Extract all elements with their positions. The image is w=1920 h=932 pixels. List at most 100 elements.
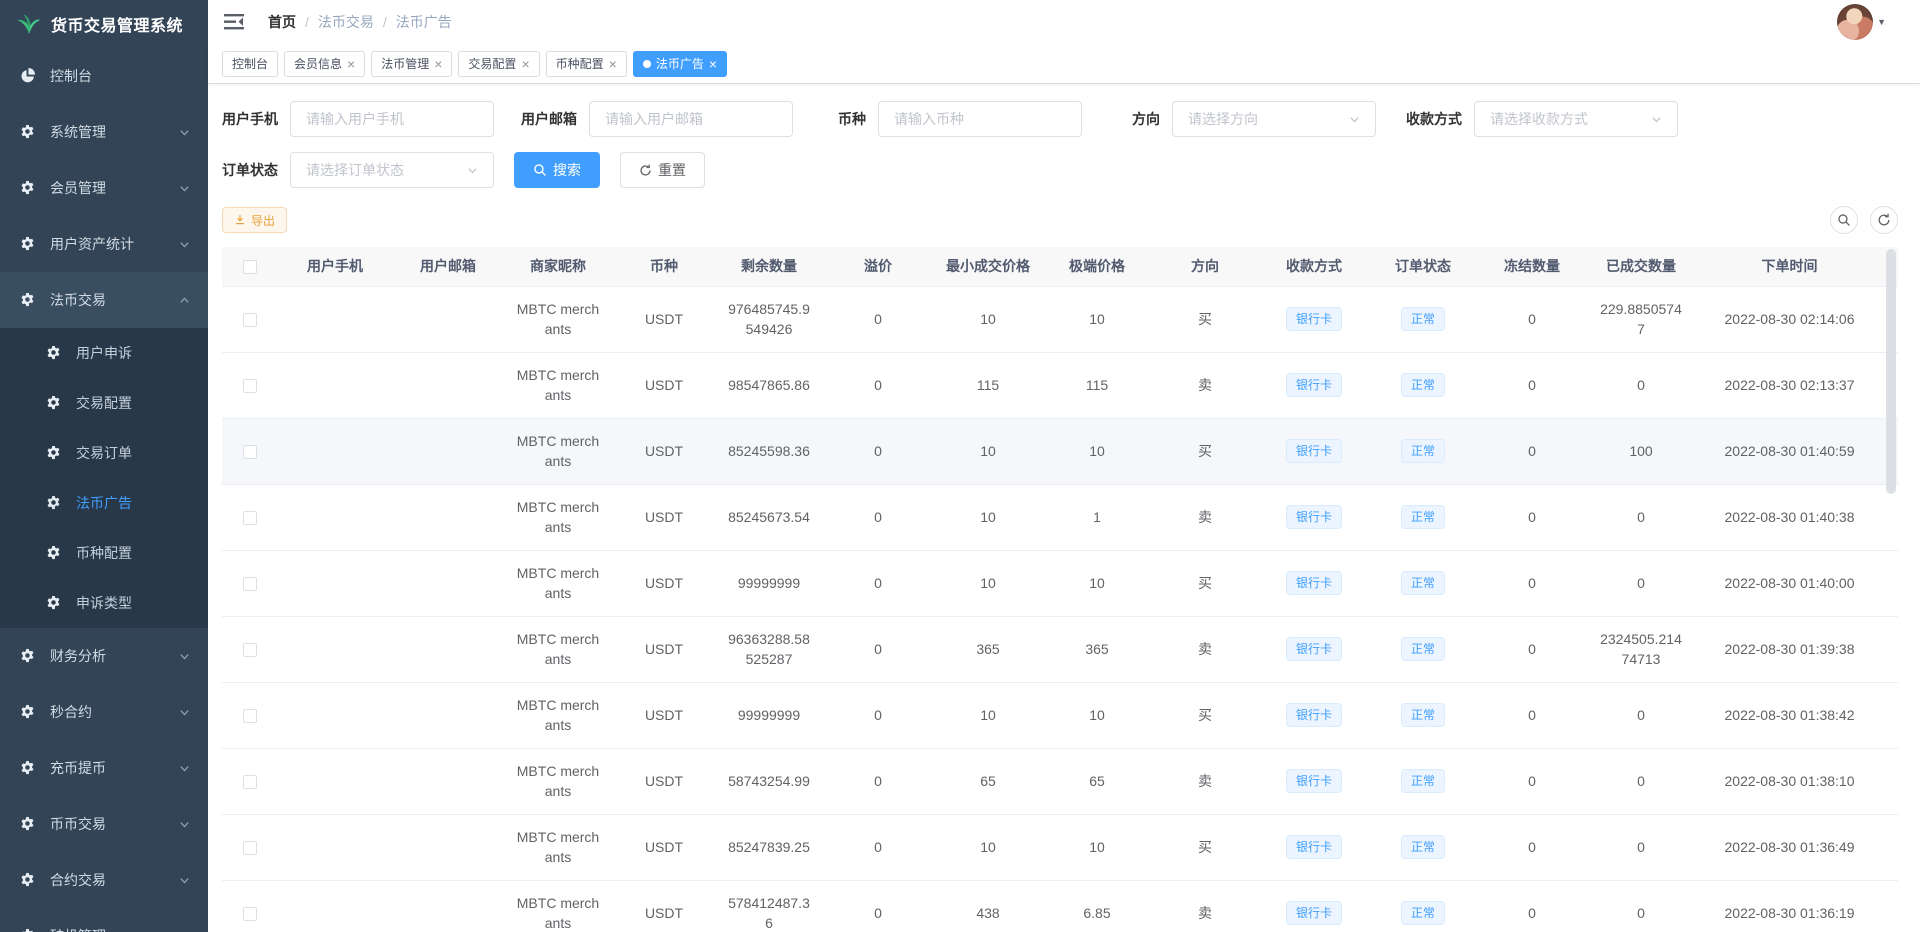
close-icon[interactable]: ×: [347, 57, 355, 71]
tab-2[interactable]: 法币管理 ×: [371, 51, 452, 77]
cell-coin: USDT: [613, 616, 715, 682]
filter-select-3[interactable]: 请选择方向: [1172, 101, 1376, 137]
row-checkbox[interactable]: [243, 841, 257, 855]
sidebar-item-7[interactable]: 充币提币: [0, 740, 208, 796]
menu-fold-icon[interactable]: [224, 12, 246, 32]
cell-time: 2022-08-30 01:38:10: [1695, 748, 1884, 814]
user-avatar[interactable]: [1837, 4, 1873, 40]
sidebar-item-5[interactable]: 财务分析: [0, 628, 208, 684]
sidebar-item-label: 合约交易: [50, 870, 106, 890]
cell-checkbox: [222, 682, 277, 748]
sidebar-item-4[interactable]: 法币交易: [0, 272, 208, 328]
export-button[interactable]: 导出: [222, 207, 287, 233]
cell-frozen: 0: [1477, 286, 1587, 352]
cell-time: 2022-08-30 01:40:38: [1695, 484, 1884, 550]
sidebar-subitem-5[interactable]: 申诉类型: [0, 578, 208, 628]
sidebar-subitem-1[interactable]: 交易配置: [0, 378, 208, 428]
sidebar-subitem-3[interactable]: 法币广告: [0, 478, 208, 528]
filter-input-0[interactable]: [290, 101, 494, 137]
cell-text: MBTC merchants: [515, 695, 601, 735]
filter-select-4[interactable]: 请选择收款方式: [1474, 101, 1678, 137]
row-checkbox[interactable]: [243, 577, 257, 591]
row-checkbox[interactable]: [243, 709, 257, 723]
close-icon[interactable]: ×: [434, 57, 442, 71]
row-checkbox[interactable]: [243, 775, 257, 789]
sidebar-item-10[interactable]: 矿机管理: [0, 908, 208, 932]
row-checkbox[interactable]: [243, 511, 257, 525]
sidebar-item-2[interactable]: 会员管理: [0, 160, 208, 216]
search-icon[interactable]: [1830, 206, 1858, 234]
sidebar-item-1[interactable]: 系统管理: [0, 104, 208, 160]
tab-3[interactable]: 交易配置×: [458, 51, 539, 77]
filter-input-1[interactable]: [589, 101, 793, 137]
cell-remaining: 85245598.36: [715, 418, 823, 484]
sidebar-subitem-0[interactable]: 用户申诉: [0, 328, 208, 378]
table-scrollbar[interactable]: [1886, 249, 1896, 494]
payment-tag: 银行卡: [1286, 769, 1342, 793]
row-checkbox[interactable]: [243, 313, 257, 327]
search-button[interactable]: 搜索: [514, 152, 600, 188]
sidebar-item-0[interactable]: 控制台: [0, 48, 208, 104]
cell-phone: [277, 550, 393, 616]
cell-text: 85245598.36: [728, 441, 810, 461]
row-checkbox[interactable]: [243, 907, 257, 921]
row-checkbox[interactable]: [243, 643, 257, 657]
cell-traded: 0: [1587, 682, 1695, 748]
tab-label: 会员信息: [294, 55, 342, 72]
filter-label: 方向: [1132, 109, 1160, 129]
breadcrumb-separator: /: [305, 14, 309, 30]
cell-status: 正常: [1369, 418, 1477, 484]
cell-min_price: 115: [933, 352, 1043, 418]
cell-premium: 0: [823, 550, 933, 616]
tab-5[interactable]: 法币广告×: [633, 51, 727, 77]
user-menu[interactable]: ▼: [1837, 4, 1886, 40]
breadcrumb-item-0[interactable]: 首页: [268, 12, 296, 32]
tab-0[interactable]: 控制台: [222, 51, 278, 77]
gear-icon: [46, 545, 62, 561]
cell-coin: USDT: [613, 550, 715, 616]
cell-gutter: [1884, 880, 1898, 932]
gear-icon: [20, 872, 36, 888]
reset-button[interactable]: 重置: [620, 152, 705, 188]
refresh-icon[interactable]: [1870, 206, 1898, 234]
row-checkbox[interactable]: [243, 379, 257, 393]
sidebar-item-9[interactable]: 合约交易: [0, 852, 208, 908]
column-header-11: 冻结数量: [1477, 247, 1587, 286]
chevron-down-icon: [1349, 114, 1360, 125]
tab-1[interactable]: 会员信息 ×: [284, 51, 365, 77]
cell-frozen: 0: [1477, 814, 1587, 880]
select-all-checkbox[interactable]: [243, 260, 257, 274]
close-icon[interactable]: ×: [709, 57, 717, 71]
tab-4[interactable]: 币种配置×: [546, 51, 627, 77]
cell-merchant: MBTC merchants: [503, 484, 613, 550]
filter-input-2[interactable]: [878, 101, 1082, 137]
sidebar-item-8[interactable]: 币币交易: [0, 796, 208, 852]
sidebar-item-3[interactable]: 用户资产统计: [0, 216, 208, 272]
chevron-down-icon: [179, 763, 190, 774]
sidebar-subitem-4[interactable]: 币种配置: [0, 528, 208, 578]
close-icon[interactable]: ×: [521, 57, 529, 71]
close-icon[interactable]: ×: [609, 57, 617, 71]
filter-select-5[interactable]: 请选择订单状态: [290, 152, 494, 188]
sidebar-subitem-2[interactable]: 交易订单: [0, 428, 208, 478]
chevron-down-icon: [179, 707, 190, 718]
tab-label: 法币管理: [381, 55, 429, 72]
toolbar-actions: [1830, 206, 1898, 234]
filter-label: 币种: [838, 109, 866, 129]
cell-email: [393, 814, 503, 880]
cell-remaining: 976485745.9549426: [715, 286, 823, 352]
sidebar-item-6[interactable]: 秒合约: [0, 684, 208, 740]
breadcrumb: 首页/法币交易/法币广告: [268, 12, 452, 32]
chevron-down-icon: [1651, 114, 1662, 125]
status-tag: 正常: [1401, 307, 1445, 331]
cell-min_price: 10: [933, 682, 1043, 748]
payment-tag: 银行卡: [1286, 505, 1342, 529]
row-checkbox[interactable]: [243, 445, 257, 459]
reset-button-label: 重置: [658, 160, 686, 180]
breadcrumb-separator: /: [383, 14, 387, 30]
sidebar-submenu: 用户申诉交易配置交易订单法币广告币种配置申诉类型: [0, 328, 208, 628]
sidebar-item-label: 系统管理: [50, 122, 106, 142]
cell-time: 2022-08-30 01:36:19: [1695, 880, 1884, 932]
gear-icon: [20, 760, 36, 776]
sidebar-item-label: 秒合约: [50, 702, 92, 722]
